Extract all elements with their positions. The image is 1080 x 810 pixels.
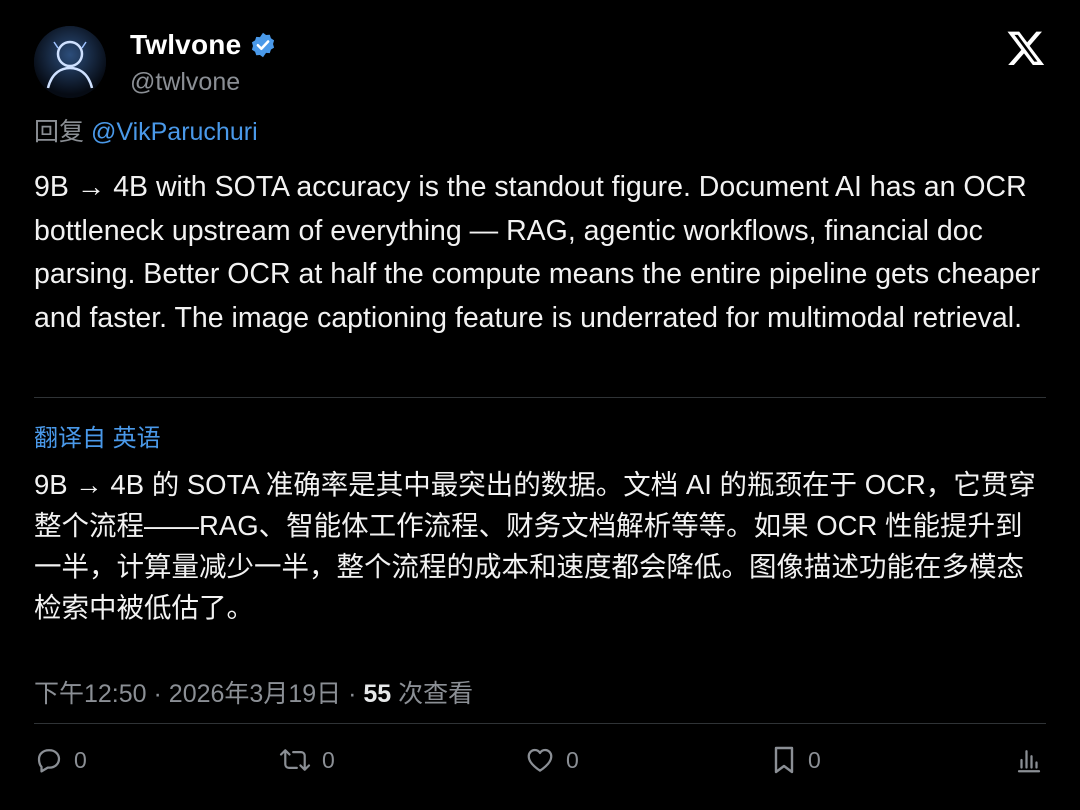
action-bar: 0 0 0 0 [34, 738, 1046, 782]
avatar[interactable] [34, 26, 106, 98]
tweet-text: 9B → 4B with SOTA accuracy is the stando… [34, 171, 1040, 334]
x-logo-icon[interactable] [1006, 28, 1046, 68]
meta-separator: · [153, 680, 162, 708]
avatar-icon [34, 26, 106, 98]
divider [34, 723, 1046, 724]
tweet-header: Twlvone @twlvone [34, 26, 1046, 98]
reply-context: 回复 @VikParuchuri [34, 112, 258, 148]
bookmark-count: 0 [808, 746, 821, 773]
bookmark-button[interactable]: 0 [770, 738, 821, 782]
author-display-name[interactable]: Twlvone [130, 29, 241, 61]
analytics-button[interactable] [1014, 738, 1044, 782]
translated-text: 9B → 4B 的 SOTA 准确率是其中最突出的数据。文档 AI 的瓶颈在于 … [34, 469, 1036, 623]
reply-icon [37, 749, 61, 773]
tweet-card: Twlvone @twlvone 回复 @VikParuchuri 9B → 4… [0, 0, 1080, 810]
reply-mention-link[interactable]: @VikParuchuri [91, 118, 258, 146]
bookmark-icon [774, 746, 794, 774]
reply-prefix: 回复 [34, 118, 85, 146]
like-button[interactable]: 0 [524, 738, 579, 782]
verified-badge-icon [252, 32, 275, 58]
views-count: 55 [363, 680, 392, 708]
retweet-icon [279, 749, 311, 771]
analytics-icon [1017, 750, 1041, 773]
tweet-time[interactable]: 下午12:50 [34, 680, 147, 708]
tweet-date[interactable]: 2026年3月19日 [169, 680, 341, 708]
author-handle[interactable]: @twlvone [130, 68, 277, 97]
divider [34, 397, 1046, 398]
author-names: Twlvone @twlvone [130, 28, 277, 97]
heart-icon [527, 748, 553, 772]
meta-separator: · [348, 680, 357, 708]
retweet-count: 0 [322, 746, 335, 773]
reply-count: 0 [74, 746, 87, 773]
like-count: 0 [566, 746, 579, 773]
retweet-button[interactable]: 0 [278, 738, 335, 782]
tweet-meta: 下午12:50 · 2026年3月19日 · 55 次查看 [34, 674, 473, 710]
translation-label[interactable]: 翻译自 英语 [34, 418, 161, 453]
views-label: 次查看 [398, 680, 474, 708]
reply-button[interactable]: 0 [34, 738, 87, 782]
